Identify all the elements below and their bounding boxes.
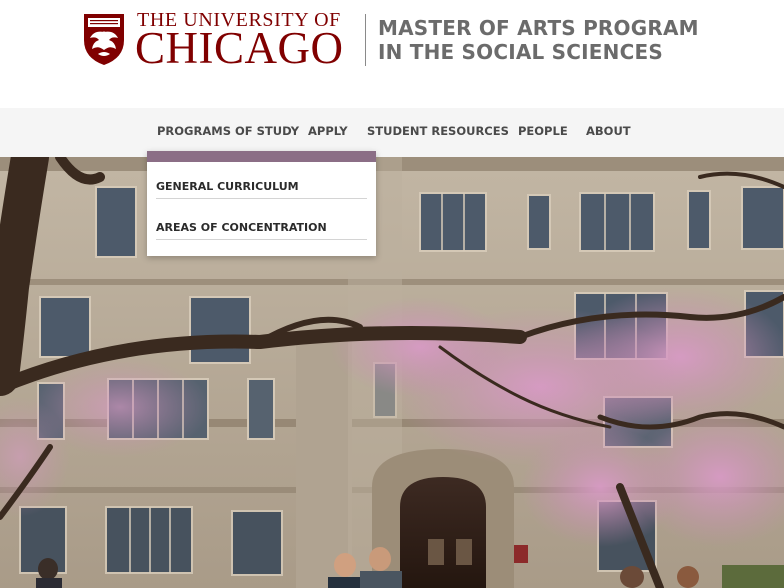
nav-item-student-resources[interactable]: STUDENT RESOURCES [367,124,509,138]
nav-item-people[interactable]: PEOPLE [518,124,568,138]
dropdown-item-areas-of-concentration[interactable]: AREAS OF CONCENTRATION [156,212,367,240]
dropdown-item-general-curriculum[interactable]: GENERAL CURRICULUM [156,171,367,199]
main-nav: PROGRAMS OF STUDY APPLY STUDENT RESOURCE… [0,108,784,157]
nav-item-apply[interactable]: APPLY [308,124,348,138]
nav-item-about[interactable]: ABOUT [586,124,631,138]
program-title-line-1: MASTER OF ARTS PROGRAM [378,16,699,40]
logo-line-2: CHICAGO [135,23,344,73]
site-header: THE UNIVERSITY OF CHICAGO MASTER OF ARTS… [0,0,784,108]
programs-dropdown-menu: GENERAL CURRICULUM AREAS OF CONCENTRATIO… [147,151,376,256]
dropdown-accent-bar [147,151,376,162]
header-divider [365,14,366,66]
hero-image [0,157,784,588]
nav-item-programs-of-study[interactable]: PROGRAMS OF STUDY [157,124,299,138]
campus-gothic-building-photo [0,157,784,588]
program-title-line-2: IN THE SOCIAL SCIENCES [378,40,663,64]
phoenix-shield-icon [84,14,124,65]
